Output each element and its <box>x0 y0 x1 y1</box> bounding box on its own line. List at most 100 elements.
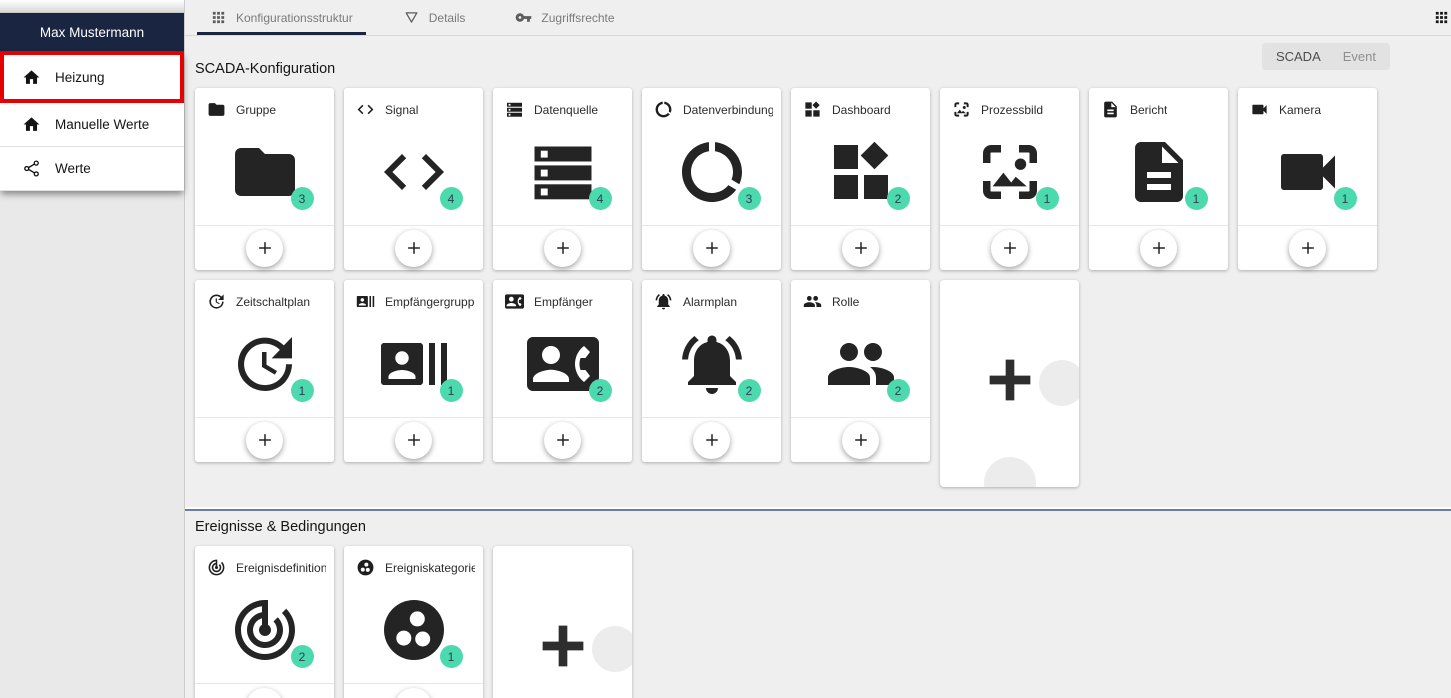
report-icon: 1 <box>1123 136 1195 208</box>
add-empfaenger-button[interactable] <box>544 422 581 459</box>
card-grid: Gruppe3Signal4Datenquelle4Datenverbindun… <box>195 88 1441 487</box>
card-kamera: Kamera 1 <box>1238 88 1377 270</box>
tab-details[interactable]: Details <box>390 0 479 35</box>
card-gruppe: Gruppe3 <box>195 88 334 270</box>
dashboard-icon: 2 <box>825 136 897 208</box>
schedule-icon <box>207 292 226 311</box>
card-header: Empfängergruppe <box>344 280 483 311</box>
data-usage-icon: 3 <box>676 136 748 208</box>
sidebar-item-heizung[interactable]: Heizung <box>0 51 184 103</box>
add-zeitschaltplan-button[interactable] <box>246 422 283 459</box>
card-header: Datenquelle <box>493 88 632 119</box>
count-badge: 1 <box>291 379 314 402</box>
card-title: Empfängergruppe <box>385 295 475 309</box>
toggle-event-button[interactable]: Event <box>1343 49 1376 64</box>
section-divider <box>185 509 1451 511</box>
add-ereignisdefinition-button[interactable] <box>246 688 283 698</box>
card-body[interactable]: Zeitschaltplan 1 <box>195 280 334 417</box>
add-dashboard-button[interactable] <box>842 230 879 267</box>
app-root: Max Mustermann Heizung Manuelle Werte Wert… <box>0 0 1451 698</box>
add-event-entity-placeholder-card[interactable] <box>493 546 632 698</box>
card-body[interactable]: Datenquelle4 <box>493 88 632 225</box>
card-body[interactable]: Rolle2 <box>791 280 930 417</box>
card-body[interactable]: Gruppe3 <box>195 88 334 225</box>
card-body[interactable]: Prozessbild1 <box>940 88 1079 225</box>
add-gruppe-button[interactable] <box>246 230 283 267</box>
card-footer <box>344 683 483 698</box>
card-body[interactable]: Alarmplan2 <box>642 280 781 417</box>
sidebar-item-werte[interactable]: Werte <box>0 147 184 191</box>
count-badge: 2 <box>291 645 314 668</box>
card-grid: Ereignisdefinition 2 Ereigniskategorie1 <box>195 546 1441 698</box>
count-badge: 4 <box>440 187 463 210</box>
add-datenquelle-button[interactable] <box>544 230 581 267</box>
user-header: Max Mustermann <box>0 13 184 51</box>
count-badge: 2 <box>738 379 761 402</box>
card-footer <box>493 417 632 462</box>
add-empfaengergruppe-button[interactable] <box>395 422 432 459</box>
sidebar-menu: Heizung Manuelle Werte Werte <box>0 51 184 191</box>
card-footer <box>642 225 781 270</box>
tab-konfigurationsstruktur[interactable]: Konfigurationsstruktur <box>197 0 366 35</box>
card-body[interactable]: Empfänger2 <box>493 280 632 417</box>
camera-icon: 1 <box>1272 136 1344 208</box>
sidebar: Max Mustermann Heizung Manuelle Werte Wert… <box>0 0 185 698</box>
apps-grid-icon[interactable] <box>1433 9 1450 26</box>
card-title: Signal <box>385 103 418 117</box>
count-badge: 1 <box>1334 187 1357 210</box>
camera-icon <box>1250 100 1269 119</box>
card-header: Dashboard <box>791 88 930 119</box>
event-category-icon: 1 <box>378 594 450 666</box>
card-header: Empfänger <box>493 280 632 311</box>
event-definition-icon: 2 <box>229 594 301 666</box>
add-datenverbindung-button[interactable] <box>693 230 730 267</box>
card-body[interactable]: Dashboard 2 <box>791 88 930 225</box>
schedule-icon: 1 <box>229 328 301 400</box>
add-signal-button[interactable] <box>395 230 432 267</box>
sidebar-item-label: Werte <box>55 161 91 176</box>
recipients-group-icon: 1 <box>378 328 450 400</box>
add-bericht-button[interactable] <box>1140 230 1177 267</box>
sidebar-item-label: Heizung <box>55 70 105 85</box>
sections-container: SCADA-KonfigurationGruppe3Signal4Datenqu… <box>195 61 1441 698</box>
toggle-scada-button[interactable]: SCADA <box>1276 49 1321 64</box>
card-header: Ereignisdefinition <box>195 546 334 577</box>
tab-zugriffsrechte[interactable]: Zugriffsrechte <box>502 0 627 35</box>
card-body[interactable]: Ereigniskategorie1 <box>344 546 483 683</box>
add-alarmplan-button[interactable] <box>693 422 730 459</box>
home-icon <box>22 115 41 134</box>
card-body[interactable]: Datenverbindung 3 <box>642 88 781 225</box>
count-badge: 3 <box>738 187 761 210</box>
card-title: Prozessbild <box>981 103 1043 117</box>
card-footer <box>344 417 483 462</box>
card-body[interactable]: Signal 4 <box>344 88 483 225</box>
card-footer <box>195 683 334 698</box>
card-ereignisdefinition: Ereignisdefinition 2 <box>195 546 334 698</box>
report-icon <box>1101 100 1120 119</box>
card-alarmplan: Alarmplan2 <box>642 280 781 462</box>
card-body[interactable]: Bericht1 <box>1089 88 1228 225</box>
count-badge: 3 <box>291 187 314 210</box>
home-icon <box>22 68 41 87</box>
card-datenverbindung: Datenverbindung 3 <box>642 88 781 270</box>
add-entity-placeholder-card[interactable] <box>940 280 1079 487</box>
event-definition-icon <box>207 558 226 577</box>
add-ereigniskategorie-button[interactable] <box>395 688 432 698</box>
card-prozessbild: Prozessbild1 <box>940 88 1079 270</box>
role-people-icon <box>803 292 822 311</box>
card-body[interactable]: Kamera 1 <box>1238 88 1377 225</box>
main-area: Konfigurationsstruktur Details Zugriffsrec… <box>185 0 1451 698</box>
card-title: Ereignisdefinition <box>236 561 326 575</box>
card-header: Rolle <box>791 280 930 311</box>
card-header: Kamera <box>1238 88 1377 119</box>
card-header: Zeitschaltplan <box>195 280 334 311</box>
card-body[interactable]: Empfängergruppe 1 <box>344 280 483 417</box>
card-title: Kamera <box>1279 103 1321 117</box>
add-kamera-button[interactable] <box>1289 230 1326 267</box>
card-header: Datenverbindung <box>642 88 781 119</box>
add-rolle-button[interactable] <box>842 422 879 459</box>
add-prozessbild-button[interactable] <box>991 230 1028 267</box>
sidebar-item-manuelle-werte[interactable]: Manuelle Werte <box>0 103 184 147</box>
card-header: Signal <box>344 88 483 119</box>
card-body[interactable]: Ereignisdefinition 2 <box>195 546 334 683</box>
